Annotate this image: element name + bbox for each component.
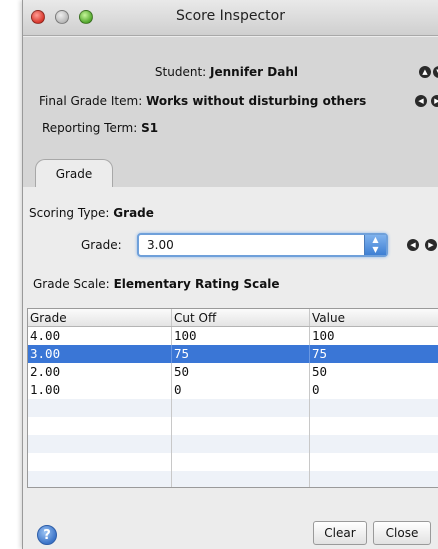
empty-table-row bbox=[28, 435, 438, 453]
next-item-icon[interactable]: ▶ bbox=[431, 95, 438, 107]
previous-grade-icon[interactable]: ◀ bbox=[407, 239, 419, 251]
scoring-type-row: Scoring Type: Grade bbox=[29, 206, 154, 220]
value-cell: 50 bbox=[312, 364, 328, 379]
column-header-cut-off[interactable]: Cut Off bbox=[172, 309, 310, 326]
table-row[interactable]: 2.00 50 50 bbox=[28, 363, 438, 381]
grade-tab-content: Scoring Type: Grade Grade: 3.00 ▲ ▼ ◀ ▶ G… bbox=[23, 187, 438, 507]
window-title: Score Inspector bbox=[176, 8, 285, 24]
final-grade-item-row: Final Grade Item: Works without disturbi… bbox=[39, 94, 366, 108]
student-value: Jennifer Dahl bbox=[210, 65, 298, 79]
final-grade-item-label: Final Grade Item: bbox=[39, 94, 143, 108]
help-icon[interactable]: ? bbox=[37, 525, 57, 545]
cut-off-cell: 75 bbox=[172, 345, 310, 363]
grade-cell: 3.00 bbox=[28, 345, 172, 363]
table-header: Grade Cut Off Value bbox=[28, 309, 438, 327]
grade-cell: 4.00 bbox=[28, 327, 172, 345]
reporting-term-label: Reporting Term: bbox=[42, 121, 138, 135]
reporting-term-row: Reporting Term: S1 bbox=[42, 121, 158, 135]
tab-grade[interactable]: Grade bbox=[35, 159, 113, 187]
grade-select[interactable]: 3.00 ▲ ▼ bbox=[137, 233, 388, 257]
grade-scale-table: Grade Cut Off Value 4.00 100 100 3.00 75… bbox=[27, 308, 438, 488]
previous-student-icon[interactable]: ▲ bbox=[419, 66, 431, 78]
cut-off-cell: 50 bbox=[172, 363, 310, 381]
score-inspector-window: Score Inspector Student: Jennifer Dahl ▲… bbox=[22, 0, 438, 549]
value-cell: 100 bbox=[312, 328, 335, 343]
final-grade-item-value: Works without disturbing others bbox=[146, 94, 367, 108]
grade-scale-label: Grade Scale: bbox=[33, 277, 110, 291]
clear-button[interactable]: Clear bbox=[313, 521, 367, 545]
next-student-icon[interactable]: ▼ bbox=[433, 66, 438, 78]
header-area: Student: Jennifer Dahl ▲ ▼ Final Grade I… bbox=[23, 37, 438, 187]
column-header-value[interactable]: Value bbox=[310, 309, 438, 326]
grade-label: Grade: bbox=[81, 238, 122, 252]
table-row[interactable]: 4.00 100 100 bbox=[28, 327, 438, 345]
empty-table-row bbox=[28, 399, 438, 417]
empty-table-row bbox=[28, 453, 438, 471]
previous-item-icon[interactable]: ◀ bbox=[415, 95, 427, 107]
empty-table-row bbox=[28, 417, 438, 435]
student-row: Student: Jennifer Dahl bbox=[155, 65, 298, 79]
close-button[interactable]: Close bbox=[373, 521, 431, 545]
cut-off-cell: 0 bbox=[172, 381, 310, 399]
table-row-selected[interactable]: 3.00 75 75 bbox=[28, 345, 438, 363]
student-label: Student: bbox=[154, 65, 207, 79]
grade-cell: 2.00 bbox=[28, 363, 172, 381]
grade-scale-row: Grade Scale: Elementary Rating Scale bbox=[33, 277, 280, 291]
scoring-type-label: Scoring Type: bbox=[29, 206, 110, 220]
next-grade-icon[interactable]: ▶ bbox=[425, 239, 437, 251]
grade-scale-value: Elementary Rating Scale bbox=[113, 277, 280, 291]
column-header-grade[interactable]: Grade bbox=[28, 309, 172, 326]
stepper-arrows-icon[interactable]: ▲ ▼ bbox=[364, 235, 386, 255]
table-row[interactable]: 1.00 0 0 bbox=[28, 381, 438, 399]
value-cell: 0 bbox=[312, 382, 320, 397]
grade-select-value: 3.00 bbox=[147, 238, 174, 252]
empty-table-row bbox=[28, 471, 438, 487]
title-bar: Score Inspector bbox=[23, 0, 438, 36]
value-cell: 75 bbox=[312, 346, 328, 361]
cut-off-cell: 100 bbox=[172, 327, 310, 345]
grade-cell: 1.00 bbox=[28, 381, 172, 399]
scoring-type-value: Grade bbox=[113, 206, 154, 220]
reporting-term-value: S1 bbox=[141, 121, 159, 135]
